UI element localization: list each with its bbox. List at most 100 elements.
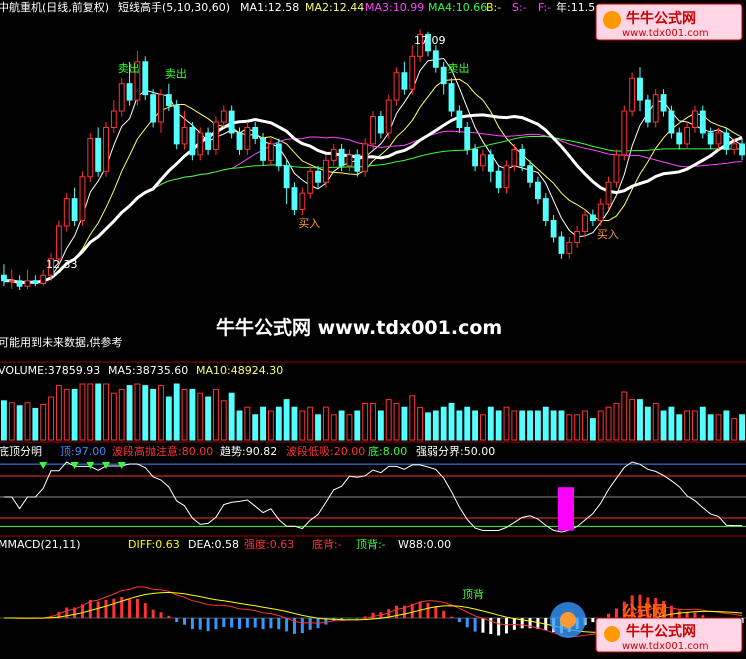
osc-divide: 强弱分界:50.00: [416, 445, 495, 458]
candle-body: [700, 111, 705, 133]
stock-title: 中航重机(日线,前复权): [0, 0, 109, 14]
candle-body: [614, 155, 619, 182]
volume-bar: [127, 386, 132, 440]
candle-body: [528, 166, 533, 182]
indicator-name: 短线高手(5,10,30,60): [118, 0, 230, 14]
candle-body: [229, 111, 234, 133]
volume-bar: [543, 407, 548, 440]
macd-histogram-bar: [89, 600, 92, 618]
volume-bar: [496, 411, 501, 440]
macd-histogram-bar: [458, 618, 461, 622]
candle-body: [653, 95, 658, 122]
volume-bar: [17, 406, 22, 440]
volume-bar: [1, 401, 6, 440]
volume-bar: [323, 407, 328, 440]
volume-bar: [88, 384, 93, 440]
candle-body: [111, 111, 116, 127]
macd-histogram-bar: [97, 601, 100, 618]
volume-bars[interactable]: [1, 384, 744, 440]
candle-body: [512, 149, 517, 165]
volume-bar: [378, 411, 383, 440]
volume-bar: [316, 415, 321, 440]
candle-body: [331, 149, 336, 160]
volume-bar: [253, 415, 258, 440]
volume-bar: [261, 407, 266, 440]
volume-bar: [9, 403, 14, 440]
macd-histogram-bar: [434, 606, 437, 618]
volume-bar: [300, 411, 305, 440]
volume-bar: [677, 415, 682, 440]
low-price-label: 12.33: [46, 258, 78, 271]
osc-top: 顶:97.00: [60, 445, 106, 458]
candle-body: [261, 138, 266, 160]
macd-histogram-bar: [207, 618, 210, 631]
candle-body: [732, 144, 737, 149]
macd-dea: DEA:0.58: [188, 538, 239, 551]
ma3-value: MA3:10.99: [365, 1, 424, 14]
top-arrow-icon: [71, 462, 79, 469]
macd-histogram-bar: [497, 618, 500, 635]
volume-bar: [426, 413, 431, 440]
candle-body: [198, 133, 203, 155]
candle-body: [174, 106, 179, 144]
logo-bottom: 公式网 牛牛公式网 www.tdx001.com: [550, 602, 742, 652]
logo-top-url: www.tdx001.com: [622, 28, 709, 39]
volume-bar: [276, 407, 281, 440]
volume-bar: [520, 411, 525, 440]
macd-histogram-bar: [364, 616, 367, 618]
candle-body: [25, 281, 30, 286]
candle-body: [622, 111, 627, 155]
candle-body: [56, 226, 61, 259]
candle-body: [583, 215, 588, 231]
logo-bottom-url: www.tdx001.com: [622, 641, 709, 652]
candle-body: [159, 95, 164, 122]
volume-bar: [143, 386, 148, 440]
macd-histogram-bar: [481, 618, 484, 633]
candle-body: [355, 155, 360, 171]
buy-signal: 买入: [597, 228, 619, 241]
volume-bar: [441, 407, 446, 440]
candle-body: [276, 144, 281, 166]
volume-bar: [724, 411, 729, 440]
macd-histogram-bar: [183, 618, 186, 625]
chart-canvas[interactable]: 卖出卖出买入买入卖出 中航重机(日线,前复权) 短线高手(5,10,30,60)…: [0, 0, 746, 655]
volume-bar: [535, 411, 540, 440]
volume-bar: [614, 403, 619, 440]
volume-bar: [457, 411, 462, 440]
volume-bar: [111, 393, 116, 440]
volume-bar: [308, 407, 313, 440]
macd-histogram-bar: [152, 610, 155, 618]
stock-chart[interactable]: 卖出卖出买入买入卖出 中航重机(日线,前复权) 短线高手(5,10,30,60)…: [0, 0, 746, 655]
volume-bar: [33, 408, 38, 440]
macd-histogram-bar: [513, 618, 516, 630]
candle-body: [496, 171, 501, 187]
volume-bar: [363, 403, 368, 440]
volume-bar: [661, 411, 666, 440]
volume-bar: [135, 384, 140, 440]
volume-bar: [182, 389, 187, 440]
volume-bar: [214, 389, 219, 440]
top-arrow-icon: [39, 462, 47, 469]
macd-histogram-bar: [309, 618, 312, 630]
volume-bar: [371, 403, 376, 440]
candle-body: [143, 62, 148, 95]
ma4-value: MA4:10.66: [428, 1, 487, 14]
volume-bar: [159, 386, 164, 440]
volume-bar: [645, 407, 650, 440]
macd-histogram-bar: [450, 617, 453, 618]
candle-body: [661, 95, 666, 111]
candlesticks[interactable]: 卖出卖出买入买入卖出: [1, 29, 744, 290]
volume-bar: [386, 400, 391, 440]
candle-body: [300, 193, 305, 209]
b-signal: B:-: [486, 1, 501, 14]
candle-body: [669, 111, 674, 133]
candle-body: [716, 133, 721, 144]
s-signal: S:-: [512, 1, 527, 14]
candle-body: [182, 127, 187, 143]
volume-bar: [740, 415, 745, 440]
macd-diff: DIFF:0.63: [128, 538, 180, 551]
volume-bar: [638, 400, 643, 440]
candle-body: [316, 171, 321, 182]
macd-histogram-bar: [607, 614, 610, 618]
volume-bar: [206, 397, 211, 440]
